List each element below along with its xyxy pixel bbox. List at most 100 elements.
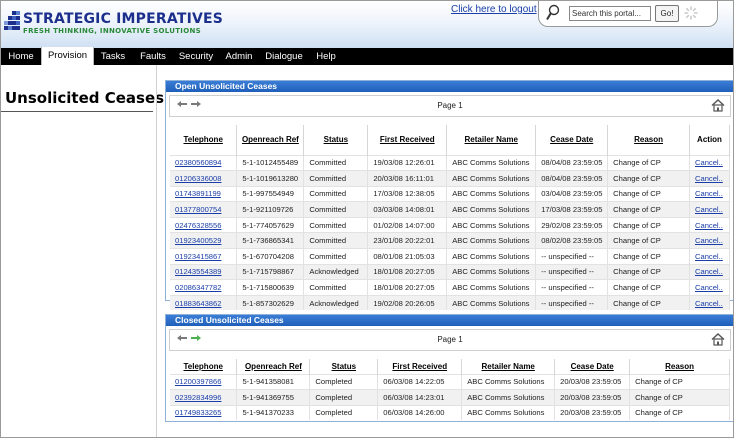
cell-cease-date: 20/03/08 23:59:05 (554, 404, 631, 421)
cell-status: Acknowledged (303, 294, 369, 311)
cancel-link[interactable]: Cancel.. (689, 279, 731, 296)
cell-cease-date: 29/02/08 23:59:05 (535, 216, 609, 233)
cancel-link[interactable]: Cancel.. (689, 170, 731, 187)
loading-spinner-icon (684, 6, 698, 20)
cell-telephone[interactable]: 01923415867 (170, 248, 238, 265)
closed-panel-title: Closed Unsolicited Ceases (166, 315, 733, 326)
closed-table-header: Telephone Openreach Ref Status First Rec… (170, 359, 730, 374)
cell-telephone[interactable]: 01243554389 (170, 263, 238, 280)
col-retailer-name[interactable]: Retailer Name (461, 359, 556, 374)
cell-reason: Change of CP (607, 170, 690, 187)
col-reason[interactable]: Reason (607, 125, 690, 155)
cancel-link[interactable]: Cancel.. (689, 201, 731, 218)
cell-telephone[interactable]: 01749833265 (170, 404, 238, 421)
search-box: Go! (538, 1, 718, 27)
cell-reason: Change of CP (607, 294, 690, 311)
col-openreach-ref[interactable]: Openreach Ref (236, 125, 305, 155)
table-row: 01749833265 5-1-941370233 Completed 06/03/0… (170, 404, 730, 421)
cell-openreach-ref: 5-1-774057629 (236, 216, 305, 233)
col-first-received[interactable]: First Received (377, 359, 463, 374)
cancel-link[interactable]: Cancel.. (689, 294, 731, 311)
table-row: 01377800754 5-1-921109726 Committed 03/03/0… (170, 201, 731, 218)
cell-openreach-ref: 5-1-715798867 (236, 263, 305, 280)
cell-retailer-name: ABC Comms Solutions (446, 185, 537, 202)
table-row: 01923415867 5-1-670704208 Committed 08/01/0… (170, 248, 731, 265)
nav-help[interactable]: Help (309, 48, 343, 65)
search-go-button[interactable]: Go! (655, 5, 679, 22)
col-cease-date[interactable]: Cease Date (535, 125, 609, 155)
brand-title: STRATEGIC IMPERATIVES (23, 11, 224, 27)
table-row: 01883643862 5-1-857302629 Acknowledged 19/0… (170, 294, 731, 311)
col-retailer-name[interactable]: Retailer Name (446, 125, 537, 155)
search-input[interactable] (569, 6, 651, 21)
cell-telephone[interactable]: 01206336008 (170, 170, 238, 187)
cell-status: Acknowledged (303, 263, 369, 280)
cell-status: Completed (309, 389, 379, 406)
cell-first-received: 18/01/08 20:27:05 (367, 279, 448, 296)
col-cease-date[interactable]: Cease Date (554, 359, 631, 374)
col-reason[interactable]: Reason (629, 359, 730, 374)
cell-reason: Change of CP (629, 373, 730, 390)
cell-openreach-ref: 5-1-941370233 (236, 404, 311, 421)
cell-status: Committed (303, 201, 369, 218)
cell-reason: Change of CP (629, 404, 730, 421)
col-status[interactable]: Status (303, 125, 369, 155)
home-icon[interactable] (711, 99, 725, 112)
open-ceases-panel: Open Unsolicited Ceases Page 1 Telephone (165, 80, 733, 311)
cell-cease-date: -- unspecified -- (535, 263, 609, 280)
nav-dialogue[interactable]: Dialogue (259, 48, 309, 65)
cell-reason: Change of CP (607, 185, 690, 202)
logo-mark-icon (4, 11, 20, 30)
cell-telephone[interactable]: 01923400529 (170, 232, 238, 249)
cell-first-received: 19/03/08 12:26:01 (367, 154, 448, 171)
cell-reason: Change of CP (607, 232, 690, 249)
cell-status: Committed (303, 185, 369, 202)
cell-telephone[interactable]: 02476328556 (170, 216, 238, 233)
table-row: 01200397866 5-1-941358081 Completed 06/03/0… (170, 373, 730, 390)
cell-openreach-ref: 5-1-736865341 (236, 232, 305, 249)
cell-openreach-ref: 5-1-941369755 (236, 389, 311, 406)
nav-faults[interactable]: Faults (133, 48, 173, 65)
cancel-link[interactable]: Cancel.. (689, 232, 731, 249)
cell-status: Committed (303, 154, 369, 171)
cell-first-received: 20/03/08 16:11:01 (367, 170, 448, 187)
nav-security[interactable]: Security (173, 48, 219, 65)
col-status[interactable]: Status (309, 359, 379, 374)
nav-admin[interactable]: Admin (219, 48, 259, 65)
cancel-link[interactable]: Cancel.. (689, 263, 731, 280)
nav-tasks[interactable]: Tasks (94, 48, 132, 65)
cell-reason: Change of CP (607, 279, 690, 296)
closed-ceases-table: Telephone Openreach Ref Status First Rec… (170, 359, 730, 421)
col-openreach-ref[interactable]: Openreach Ref (236, 359, 311, 374)
col-first-received[interactable]: First Received (367, 125, 448, 155)
cell-telephone[interactable]: 02392834996 (170, 389, 238, 406)
table-row: 02476328556 5-1-774057629 Committed 01/02/0… (170, 216, 731, 233)
cell-first-received: 06/03/08 14:23:01 (377, 389, 463, 406)
cell-telephone[interactable]: 02086347782 (170, 279, 238, 296)
col-telephone[interactable]: Telephone (170, 125, 238, 155)
cancel-link[interactable]: Cancel.. (689, 185, 731, 202)
cancel-link[interactable]: Cancel.. (689, 248, 731, 265)
table-row: 01243554389 5-1-715798867 Acknowledged 18/0… (170, 263, 731, 280)
cell-first-received: 06/03/08 14:26:00 (377, 404, 463, 421)
nav-home[interactable]: Home (1, 48, 41, 65)
cell-retailer-name: ABC Comms Solutions (446, 232, 537, 249)
cell-telephone[interactable]: 01377800754 (170, 201, 238, 218)
cell-reason: Change of CP (607, 248, 690, 265)
cell-retailer-name: ABC Comms Solutions (446, 263, 537, 280)
cell-telephone[interactable]: 01743891199 (170, 185, 238, 202)
cell-first-received: 18/01/08 20:27:05 (367, 263, 448, 280)
col-action: Action (689, 125, 731, 155)
cell-retailer-name: ABC Comms Solutions (446, 216, 537, 233)
cell-telephone[interactable]: 01200397866 (170, 373, 238, 390)
open-page-label: Page 1 (437, 101, 463, 110)
logout-link[interactable]: Click here to logout (451, 4, 537, 15)
nav-provision[interactable]: Provision (41, 47, 94, 65)
cell-telephone[interactable]: 02380560894 (170, 154, 238, 171)
cell-telephone[interactable]: 01883643862 (170, 294, 238, 311)
cancel-link[interactable]: Cancel.. (689, 216, 731, 233)
col-telephone[interactable]: Telephone (170, 359, 238, 374)
home-icon[interactable] (711, 333, 725, 346)
cell-reason: Change of CP (629, 389, 730, 406)
cancel-link[interactable]: Cancel.. (689, 154, 731, 171)
